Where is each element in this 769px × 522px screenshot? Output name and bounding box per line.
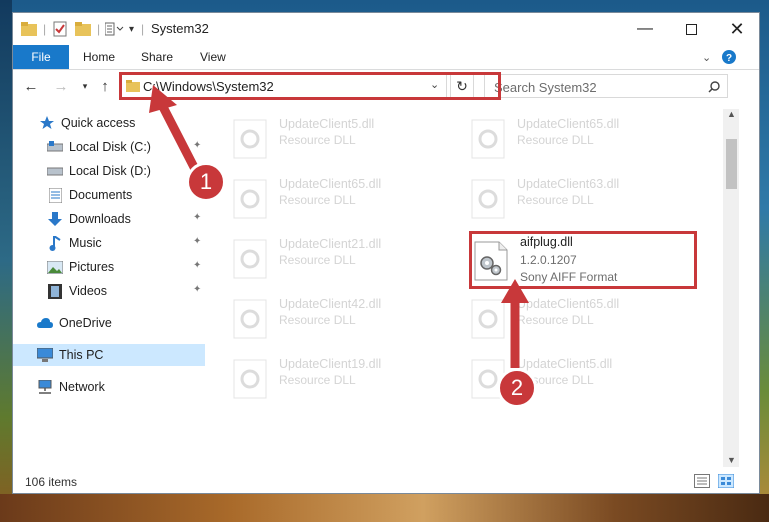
desktop-wallpaper-left xyxy=(0,0,12,522)
arrow-head-step-2 xyxy=(501,279,529,303)
file-explorer-window: | | ▾ | System32 — ✕ File Home Share Vie… xyxy=(12,12,760,494)
step-2-badge: 2 xyxy=(497,368,537,408)
step-1-badge: 1 xyxy=(186,162,226,202)
annotation-arrows xyxy=(149,85,529,368)
desktop-wallpaper-bottom xyxy=(0,494,769,522)
arrow-step-1 xyxy=(156,100,202,176)
arrow-head-step-1 xyxy=(149,85,177,113)
